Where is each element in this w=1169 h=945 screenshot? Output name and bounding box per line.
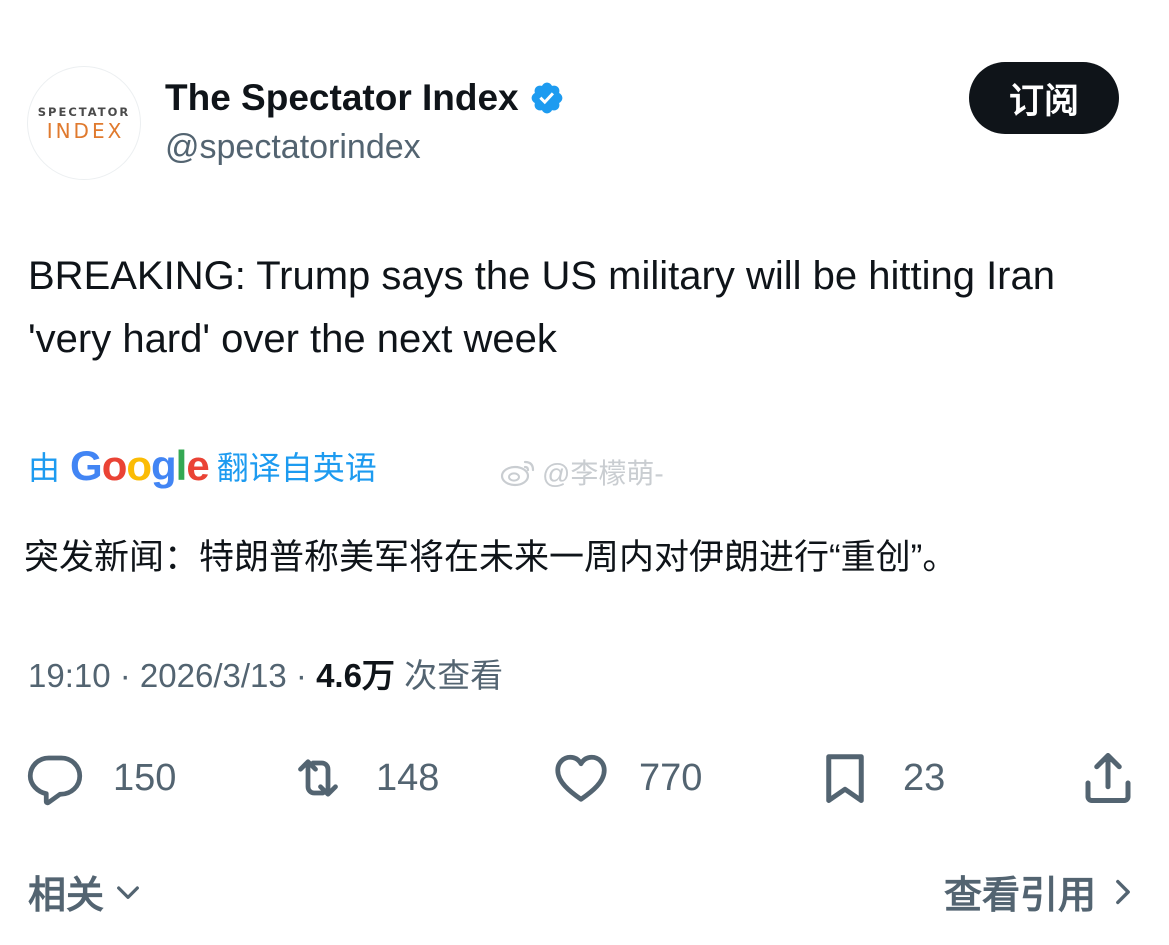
like-count: 770: [639, 756, 703, 799]
avatar[interactable]: SPECTATOR INDEX: [27, 66, 141, 180]
reply-count: 150: [113, 756, 177, 799]
translation-suffix[interactable]: 翻译自英语: [217, 443, 377, 489]
reply-button[interactable]: 150: [25, 740, 176, 816]
tweet-meta: 19:10 · 2026/3/13 · 4.6万 次查看: [28, 652, 503, 700]
author-handle[interactable]: @spectatorindex: [165, 124, 565, 170]
author-block: The Spectator Index @spectatorindex: [165, 72, 565, 170]
tweet-date[interactable]: 2026/3/13: [140, 657, 287, 694]
watermark-text: @李檬萌-: [542, 458, 664, 489]
meta-separator: ·: [286, 657, 317, 694]
view-count: 4.6万: [316, 657, 395, 694]
translation-attribution[interactable]: 由 Google 翻译自英语: [28, 440, 377, 492]
related-label: 相关: [28, 875, 105, 917]
action-bar: 150 148 770 23: [0, 740, 1169, 816]
retweet-icon: [298, 759, 338, 797]
display-name[interactable]: The Spectator Index: [165, 72, 519, 124]
display-name-row[interactable]: The Spectator Index: [165, 72, 565, 124]
like-button[interactable]: 770: [551, 740, 702, 816]
share-icon: [1085, 753, 1131, 803]
subscribe-button[interactable]: 订阅: [969, 62, 1119, 134]
translated-text: 突发新闻：特朗普称美军将在未来一周内对伊朗进行“重创”。: [24, 538, 958, 577]
verified-badge-icon: [531, 82, 563, 114]
bookmark-icon: [826, 754, 864, 803]
view-count-label: 次查看: [394, 657, 504, 694]
chevron-down-icon: [117, 885, 139, 899]
reply-icon: [27, 755, 83, 806]
retweet-count: 148: [376, 756, 440, 799]
avatar-logo-top-text: SPECTATOR: [37, 104, 131, 119]
translation-prefix: 由: [28, 450, 61, 486]
view-quotes-label: 查看引用: [943, 875, 1096, 917]
share-button[interactable]: [1078, 740, 1138, 816]
retweet-button[interactable]: 148: [288, 740, 439, 816]
heart-icon: [555, 754, 607, 802]
weibo-icon: [500, 460, 535, 487]
avatar-logo-bottom-text: INDEX: [46, 119, 125, 144]
meta-separator: ·: [110, 657, 140, 694]
weibo-watermark: @李檬萌-: [500, 452, 664, 492]
bookmark-button[interactable]: 23: [815, 740, 945, 816]
view-quotes-link[interactable]: 查看引用: [944, 864, 1136, 919]
tweet-text: BREAKING: Trump says the US military wil…: [28, 254, 1055, 361]
bookmark-count: 23: [903, 756, 946, 799]
google-logo: Google: [70, 442, 210, 489]
related-toggle[interactable]: 相关: [28, 864, 144, 919]
tweet-time[interactable]: 19:10: [28, 657, 111, 694]
chevron-right-icon: [1116, 879, 1130, 904]
